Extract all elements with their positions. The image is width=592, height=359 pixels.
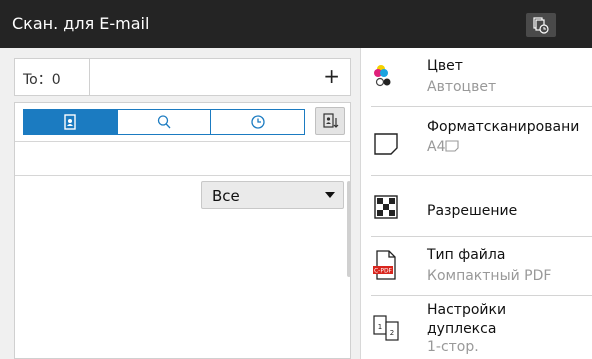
setting-paper-size[interactable]: Форматсканировани A4: [361, 107, 592, 175]
tab-bar: [23, 109, 305, 135]
tab-history[interactable]: [211, 110, 305, 134]
setting-duplex-value: 1-стор.: [427, 339, 479, 355]
paper-orientation-icon: [445, 140, 460, 152]
duplex-icon: 1 2: [371, 312, 401, 348]
scrollbar[interactable]: [347, 181, 351, 277]
divider: [15, 141, 350, 142]
page-title: Скан. для E-mail: [12, 14, 150, 33]
to-field[interactable]: To：0 +: [14, 58, 351, 96]
filter-select[interactable]: Все: [201, 181, 344, 209]
setting-file-type-title: Тип файла: [427, 247, 506, 263]
setting-resolution[interactable]: Разрешение: [361, 176, 592, 236]
tab-search[interactable]: [117, 110, 212, 134]
setting-paper-size-value: A4: [427, 139, 460, 155]
setting-duplex-title-line2: дуплекса: [427, 321, 497, 337]
settings-panel: Цвет Автоцвет Форматсканировани A4 Разре…: [360, 48, 592, 359]
setting-color-value: Автоцвет: [427, 79, 497, 95]
file-type-icon: C-PDF: [371, 249, 401, 285]
add-destination-button[interactable]: +: [323, 65, 340, 87]
address-list-panel: Все: [14, 102, 351, 359]
setting-duplex[interactable]: 1 2 Настройки дуплекса 1-стор.: [361, 296, 592, 359]
setting-file-type-value: Компактный PDF: [427, 268, 552, 284]
divider: [89, 59, 90, 95]
setting-color-title: Цвет: [427, 58, 463, 74]
address-sort-icon: [323, 113, 339, 128]
setting-file-type[interactable]: C-PDF Тип файла Компактный PDF: [361, 237, 592, 295]
setting-paper-size-title: Форматсканировани: [427, 119, 580, 135]
to-count-label: To：0: [23, 72, 61, 88]
color-icon: [371, 60, 401, 94]
duplex-icon-text-2: 2: [390, 329, 394, 337]
address-detail-button[interactable]: [315, 107, 345, 135]
title-bar: Скан. для E-mail: [0, 0, 592, 48]
destination-panel: To：0 + Все: [0, 48, 360, 359]
search-icon: [157, 115, 171, 129]
duplex-icon-text-1: 1: [378, 323, 382, 331]
setting-color[interactable]: Цвет Автоцвет: [361, 48, 592, 106]
paper-size-icon: [371, 130, 401, 162]
resolution-icon: [371, 192, 401, 226]
address-book-icon: [64, 114, 77, 130]
job-status-button[interactable]: [526, 13, 556, 37]
job-list-icon: [533, 17, 549, 34]
filter-select-value: Все: [212, 187, 240, 205]
tab-address-book[interactable]: [24, 110, 118, 134]
chevron-down-icon: [325, 192, 335, 198]
file-type-badge-text: C-PDF: [374, 267, 393, 274]
setting-resolution-title: Разрешение: [427, 203, 518, 219]
divider: [15, 175, 350, 176]
setting-duplex-title-line1: Настройки: [427, 302, 507, 318]
paper-size-value-text: A4: [427, 139, 446, 155]
clock-icon: [251, 115, 265, 129]
